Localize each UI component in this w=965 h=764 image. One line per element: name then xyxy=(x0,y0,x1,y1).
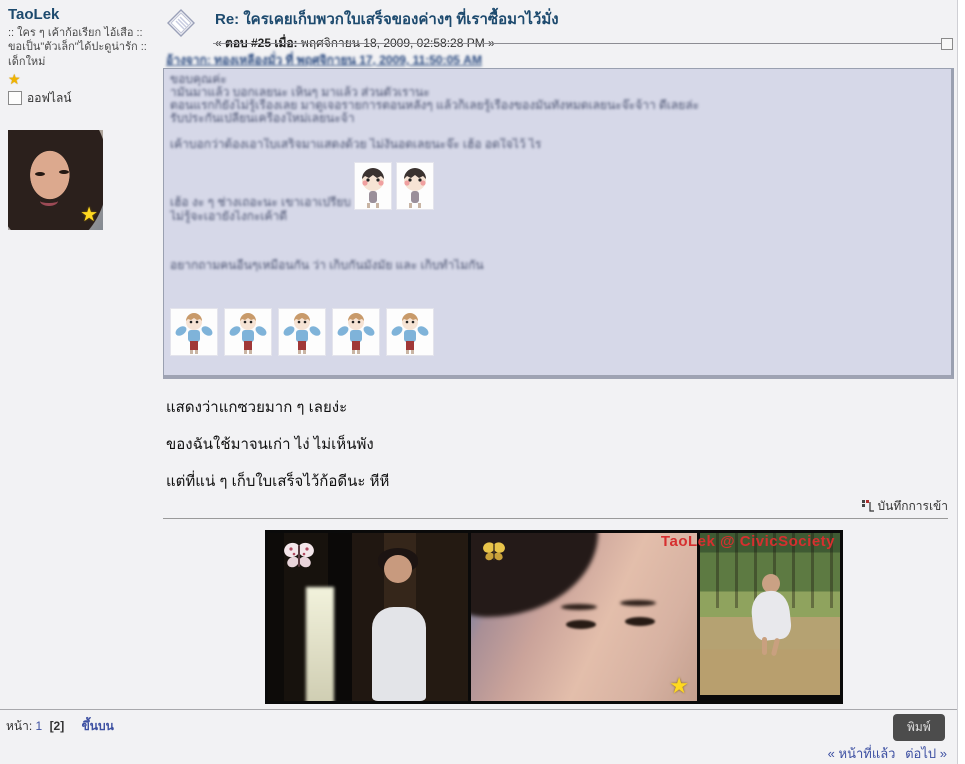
offline-indicator-icon xyxy=(8,91,22,105)
poster-custom-title: :: ใคร ๆ เค้าก้อเรียก ไอ้เสือ :: ขอเป็น"… xyxy=(8,26,158,69)
post-paragraph: แต่ที่แน่ ๆ เก็บใบเสร็จไว้ก้อดีนะ หีหี xyxy=(166,474,926,490)
logged-row: บันทึกการเข้า xyxy=(163,497,948,516)
quickmod-checkbox[interactable] xyxy=(941,38,953,50)
emoticon-cheer-icon xyxy=(332,308,380,356)
signature-photo-park xyxy=(700,533,840,695)
post-title: Re: ใครเคยเก็บพวกใบเสร็จของค่างๆ ที่เราซ… xyxy=(215,7,915,31)
footer-divider xyxy=(0,709,957,710)
pages-label: หน้า: xyxy=(6,719,32,733)
emoticon-girl-icon xyxy=(396,162,434,210)
blurred-line: อยากถามคนอื่นๆเหมือนกัน ว่า เก็บกันมั่งม… xyxy=(170,259,560,272)
emoticon-cheer-icon xyxy=(170,308,218,356)
previous-page-link[interactable]: « หน้าที่แล้ว xyxy=(828,746,896,761)
blurred-line: เค้าบอกว่าต้องเอาใบเสร็จมาแสดงด้วย ไม่งั… xyxy=(170,138,600,151)
blurred-line: เฮ้อ งะ ๆ ช่างเถอะนะ เขาเอาเปรียบ xyxy=(170,196,350,209)
butterfly-icon xyxy=(282,541,316,571)
logged-icon xyxy=(861,500,875,513)
post-message-icon xyxy=(166,8,196,43)
page-1-link[interactable]: 1 xyxy=(36,719,43,733)
prev-next-nav: « หน้าที่แล้ว ต่อไป » xyxy=(822,743,947,764)
post-paragraph: แสดงว่าแกซวยมาก ๆ เลยง่ะ xyxy=(166,400,926,416)
post-paragraph: ของฉันใช้มาจนเก่า ไง่ ไม่เห็นพัง xyxy=(166,437,926,453)
signature-image-strip: ★ TaoLek @ CivicSociety xyxy=(265,530,843,704)
post-body: แสดงว่าแกซวยมาก ๆ เลยง่ะ ของฉันใช้มาจนเก… xyxy=(166,392,926,511)
avatar-star-icon: ★ xyxy=(80,202,98,227)
poster-avatar: ★ xyxy=(8,130,103,230)
offline-label: ออฟไลน์ xyxy=(27,89,72,108)
header-divider xyxy=(213,43,947,44)
butterfly-icon xyxy=(481,541,507,563)
signature-photo-face: ★ xyxy=(471,533,697,701)
go-up-link[interactable]: ขึ้นบน xyxy=(82,719,114,733)
blurred-line: ตอนแรกก็ยังไม่รู้เรื่องเลย มาดูเจอรายการ… xyxy=(170,99,820,112)
signature-watermark: TaoLek @ CivicSociety xyxy=(661,533,835,550)
forum-page: TaoLek :: ใคร ๆ เค้าก้อเรียก ไอ้เสือ :: … xyxy=(0,0,965,764)
content-area: TaoLek :: ใคร ๆ เค้าก้อเรียก ไอ้เสือ :: … xyxy=(0,0,958,764)
signature-photo-doorway xyxy=(268,533,468,701)
poster-username-link[interactable]: TaoLek xyxy=(8,6,59,23)
emoticon-cheer-icon xyxy=(386,308,434,356)
membergroup-star-icon: ★ xyxy=(8,72,158,86)
blurred-line: ามันมาแล้ว บอกเลยนะ เห็นๆ มาแล้ว ส่วนตัว… xyxy=(170,86,490,99)
print-button[interactable]: พิมพ์ xyxy=(893,714,945,741)
page-navigation: หน้า: 1 [2] ขึ้นบน xyxy=(6,717,114,736)
signature-divider xyxy=(163,518,948,519)
next-page-link[interactable]: ต่อไป » xyxy=(905,746,947,761)
current-page: [2] xyxy=(50,719,65,733)
emoticon-cheer-icon xyxy=(224,308,272,356)
photo-star-icon: ★ xyxy=(669,673,689,699)
quoted-message: ขอบคุณค่ะ ามันมาแล้ว บอกเลยนะ เห็นๆ มาแล… xyxy=(163,68,954,379)
emoticon-girl-icon xyxy=(354,162,392,210)
blurred-line: ขอบคุณค่ะ xyxy=(170,73,260,86)
logged-label: บันทึกการเข้า xyxy=(878,499,949,513)
emoticon-cheer-icon xyxy=(278,308,326,356)
blurred-line: ไม่รู้จะเอายังไงกะเค้าดี xyxy=(170,210,340,223)
blurred-line: รับประกันเปลี่ยนเครื่องใหม่เลยนะจ้า xyxy=(170,112,405,125)
